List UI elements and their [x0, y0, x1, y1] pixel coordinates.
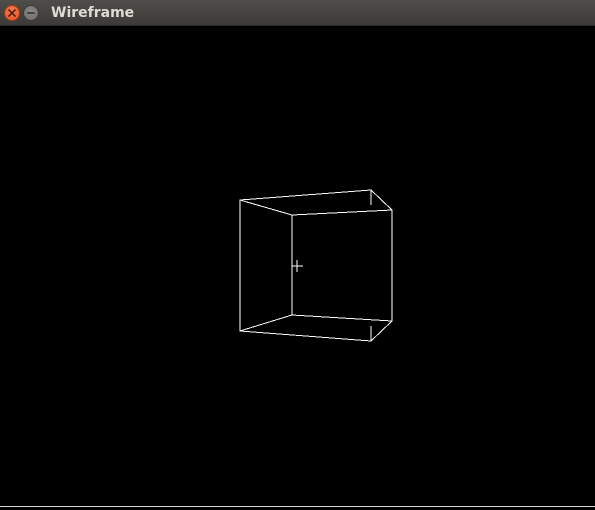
crosshair-icon — [292, 260, 303, 272]
cube-edge — [291, 209, 393, 216]
window-title: Wireframe — [51, 5, 135, 21]
cube-back-face — [239, 189, 393, 342]
app-window: Wireframe — [0, 0, 595, 507]
cube-edge — [291, 314, 393, 322]
close-icon — [8, 9, 16, 17]
wireframe-cube — [239, 189, 393, 342]
wireframe-canvas[interactable] — [0, 26, 595, 506]
wireframe-viewport — [239, 189, 393, 342]
minimize-button[interactable] — [23, 5, 39, 21]
cube-edge — [239, 314, 293, 332]
cube-edge — [239, 199, 293, 216]
title-bar[interactable]: Wireframe — [0, 0, 595, 26]
minimize-icon — [27, 9, 35, 17]
close-button[interactable] — [4, 5, 20, 21]
